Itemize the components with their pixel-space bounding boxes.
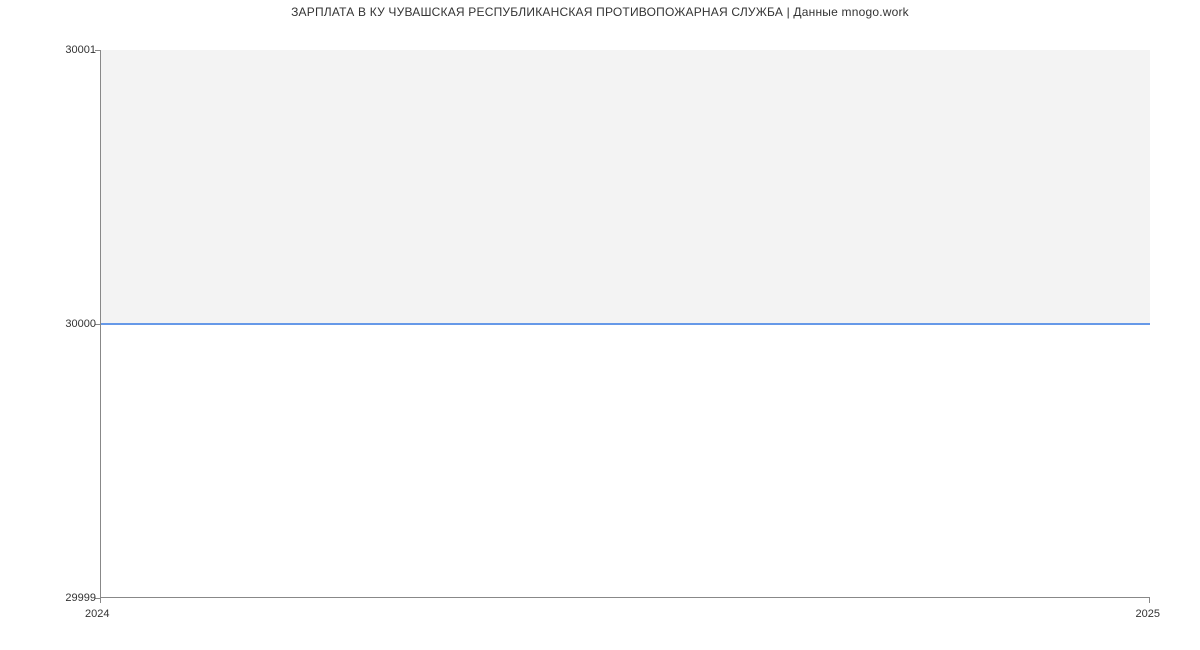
y-axis-tick-label: 30000	[65, 318, 96, 330]
x-axis-tick-label: 2024	[85, 608, 109, 620]
chart-plot-area	[100, 50, 1150, 598]
x-axis-tick-label: 2025	[1136, 608, 1160, 620]
chart-title: ЗАРПЛАТА В КУ ЧУВАШСКАЯ РЕСПУБЛИКАНСКАЯ …	[0, 5, 1200, 19]
y-axis-tick-label: 29999	[65, 592, 96, 604]
y-axis-tick-label: 30001	[65, 44, 96, 56]
data-series-line	[101, 323, 1150, 325]
x-tick-mark	[100, 598, 101, 603]
x-tick-mark	[1149, 598, 1150, 603]
area-fill	[101, 50, 1150, 324]
